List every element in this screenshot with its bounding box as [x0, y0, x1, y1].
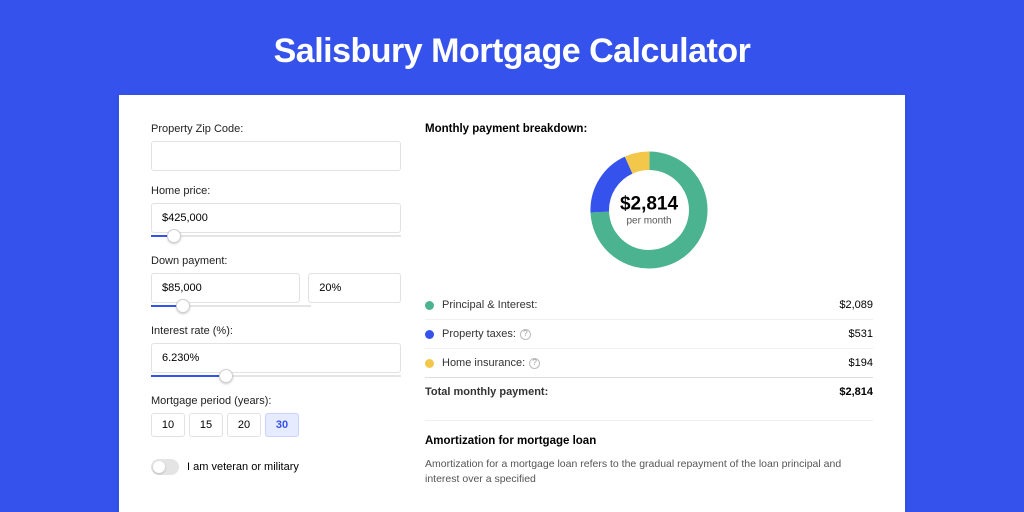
legend-total-row: Total monthly payment:$2,814: [425, 377, 873, 406]
period-option-15[interactable]: 15: [189, 413, 223, 437]
legend-total-value: $2,814: [839, 386, 873, 398]
legend-dot-icon: [425, 359, 434, 368]
period-option-20[interactable]: 20: [227, 413, 261, 437]
legend-label: Home insurance:?: [442, 357, 849, 369]
down-payment-label: Down payment:: [151, 255, 401, 267]
legend-value: $194: [849, 357, 873, 369]
help-icon[interactable]: ?: [529, 358, 540, 369]
breakdown-legend: Principal & Interest:$2,089Property taxe…: [425, 291, 873, 406]
legend-label: Property taxes:?: [442, 328, 849, 340]
toggle-knob-icon: [153, 461, 165, 473]
period-label: Mortgage period (years):: [151, 395, 401, 407]
home-price-slider[interactable]: [151, 231, 401, 241]
period-option-10[interactable]: 10: [151, 413, 185, 437]
veteran-toggle[interactable]: [151, 459, 179, 475]
donut-center-sub: per month: [620, 216, 678, 227]
amortization-title: Amortization for mortgage loan: [425, 435, 873, 447]
legend-total-label: Total monthly payment:: [425, 386, 839, 398]
form-panel: Property Zip Code: Home price: Down paym…: [151, 123, 401, 512]
breakdown-title: Monthly payment breakdown:: [425, 123, 873, 135]
legend-row: Home insurance:?$194: [425, 348, 873, 377]
legend-dot-icon: [425, 330, 434, 339]
home-price-input[interactable]: [151, 203, 401, 233]
period-options: 10152030: [151, 413, 401, 437]
amortization-body: Amortization for a mortgage loan refers …: [425, 457, 873, 487]
breakdown-panel: Monthly payment breakdown: $2,814 per mo…: [425, 123, 873, 512]
down-payment-pct-input[interactable]: [308, 273, 401, 303]
amortization-section: Amortization for mortgage loan Amortizat…: [425, 420, 873, 487]
legend-value: $531: [849, 328, 873, 340]
breakdown-donut-chart: $2,814 per month: [425, 145, 873, 275]
legend-row: Principal & Interest:$2,089: [425, 291, 873, 319]
home-price-label: Home price:: [151, 185, 401, 197]
interest-slider[interactable]: [151, 371, 401, 381]
veteran-label: I am veteran or military: [187, 461, 299, 473]
down-payment-slider[interactable]: [151, 301, 311, 311]
zip-input[interactable]: [151, 141, 401, 171]
legend-row: Property taxes:?$531: [425, 319, 873, 348]
legend-label: Principal & Interest:: [442, 299, 839, 311]
calculator-card: Property Zip Code: Home price: Down paym…: [119, 95, 905, 512]
down-payment-input[interactable]: [151, 273, 300, 303]
donut-center-amount: $2,814: [620, 194, 678, 216]
interest-input[interactable]: [151, 343, 401, 373]
zip-label: Property Zip Code:: [151, 123, 401, 135]
legend-dot-icon: [425, 301, 434, 310]
help-icon[interactable]: ?: [520, 329, 531, 340]
page-title: Salisbury Mortgage Calculator: [0, 0, 1024, 95]
interest-label: Interest rate (%):: [151, 325, 401, 337]
legend-value: $2,089: [839, 299, 873, 311]
period-option-30[interactable]: 30: [265, 413, 299, 437]
